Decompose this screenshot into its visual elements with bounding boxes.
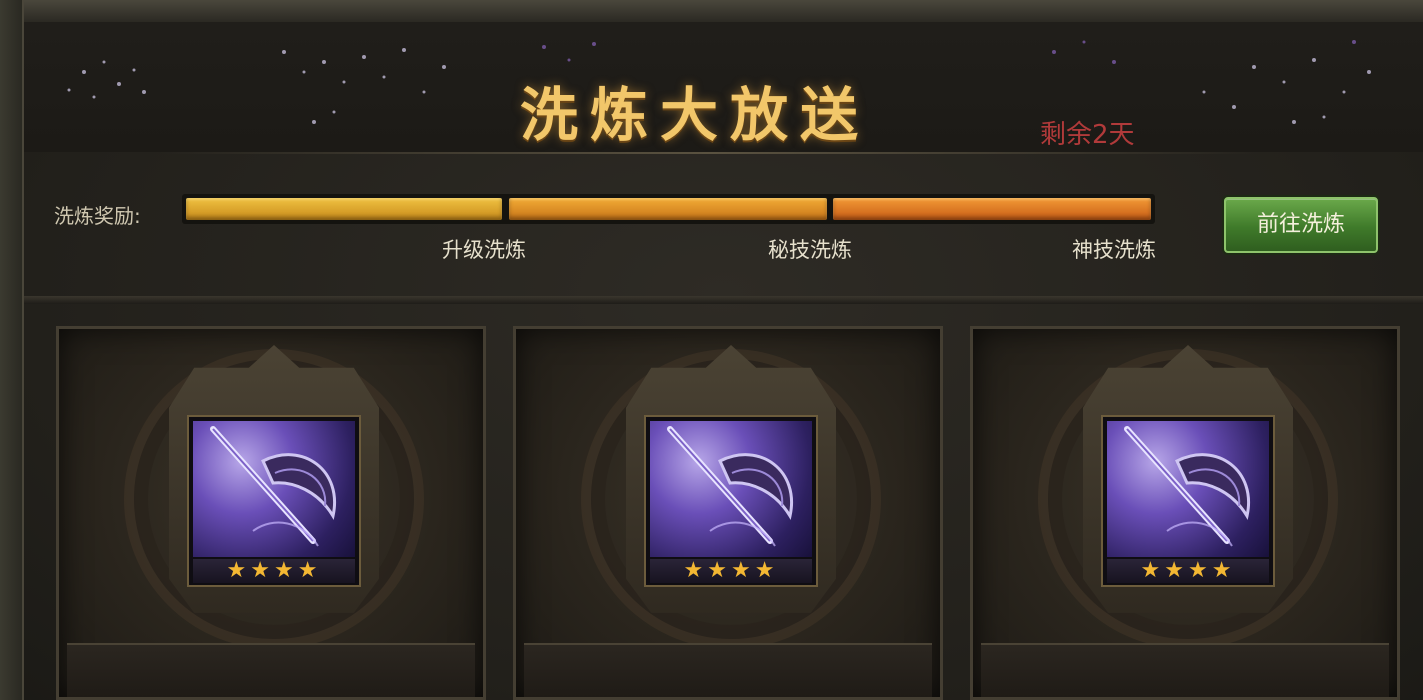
progress-segment-2 [509, 198, 827, 220]
item-card-1[interactable]: ★★★★ [56, 326, 486, 700]
milestone-upgrade: 升级洗炼 [442, 238, 526, 262]
card-footer [981, 643, 1389, 697]
star-rating: ★★★★ [193, 559, 355, 583]
item-card-3[interactable]: ★★★★ [970, 326, 1400, 700]
left-border [0, 0, 24, 700]
event-title: 洗炼大放送 [520, 81, 871, 149]
card-footer [67, 643, 475, 697]
progress-segment-3 [833, 198, 1151, 220]
section-separator [24, 296, 1423, 304]
remaining-time: 剩余2天 [1040, 120, 1135, 150]
purple-axe-weapon-icon [650, 421, 812, 557]
reward-label: 洗炼奖励: [54, 204, 141, 228]
item-slot[interactable]: ★★★★ [644, 415, 818, 587]
milestone-secret: 秘技洗炼 [768, 238, 852, 262]
star-rating: ★★★★ [650, 559, 812, 583]
star-rating: ★★★★ [1107, 559, 1269, 583]
purple-axe-weapon-icon [1107, 421, 1269, 557]
item-slot[interactable]: ★★★★ [1101, 415, 1275, 587]
card-footer [524, 643, 932, 697]
milestone-divine: 神技洗炼 [1072, 238, 1156, 262]
go-refine-button[interactable]: 前往洗炼 [1224, 197, 1378, 253]
banner: 洗炼大放送 剩余2天 [24, 22, 1423, 152]
purple-axe-weapon-icon [193, 421, 355, 557]
top-border [0, 0, 1423, 24]
item-card-2[interactable]: ★★★★ [513, 326, 943, 700]
banner-divider [160, 152, 1260, 154]
item-slot[interactable]: ★★★★ [187, 415, 361, 587]
progress-segment-1 [186, 198, 502, 220]
